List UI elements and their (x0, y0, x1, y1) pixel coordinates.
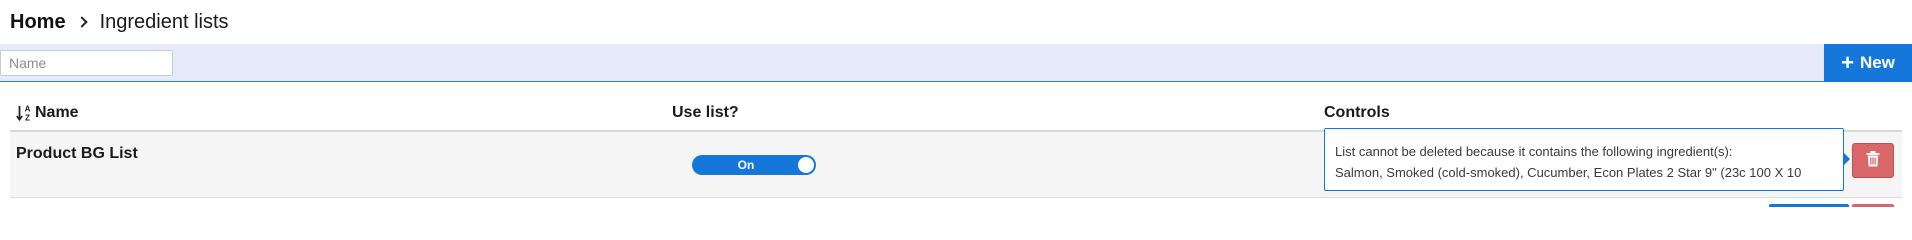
chevron-right-icon (75, 16, 88, 28)
new-list-button[interactable]: + New (1824, 44, 1912, 82)
delete-list-button[interactable] (1852, 143, 1894, 178)
table-header: A Z Name Use list? Controls (10, 96, 1902, 132)
toggle-state-label: On (737, 158, 755, 172)
breadcrumb: Home Ingredient lists (10, 10, 229, 34)
next-row-delete-button[interactable] (1852, 204, 1894, 207)
list-name: Product BG List (16, 145, 138, 162)
column-name-label: Name (35, 104, 79, 121)
new-button-label: New (1859, 53, 1895, 72)
use-list-toggle[interactable]: On (692, 155, 816, 175)
breadcrumb-home-link[interactable]: Home (10, 11, 66, 34)
sort-az-icon[interactable]: A Z (16, 104, 32, 122)
tooltip-line-1: List cannot be deleted because it contai… (1335, 144, 1733, 159)
name-filter-input[interactable] (0, 50, 173, 76)
toggle-knob (798, 157, 814, 173)
column-header-name[interactable]: A Z Name (16, 104, 79, 122)
trash-icon (1866, 151, 1880, 170)
tooltip-arrow (1843, 152, 1850, 166)
filter-bar: + New (0, 44, 1912, 82)
plus-icon: + (1841, 50, 1854, 75)
column-header-controls: Controls (1324, 104, 1390, 121)
page-title: Ingredient lists (99, 10, 229, 33)
delete-disabled-tooltip: List cannot be deleted because it contai… (1324, 128, 1844, 191)
svg-text:A: A (25, 105, 31, 114)
tooltip-line-2: Salmon, Smoked (cold-smoked), Cucumber, … (1335, 165, 1802, 180)
next-row-edit-button[interactable] (1769, 204, 1849, 207)
svg-text:Z: Z (25, 114, 30, 123)
column-header-use-list: Use list? (672, 104, 739, 121)
